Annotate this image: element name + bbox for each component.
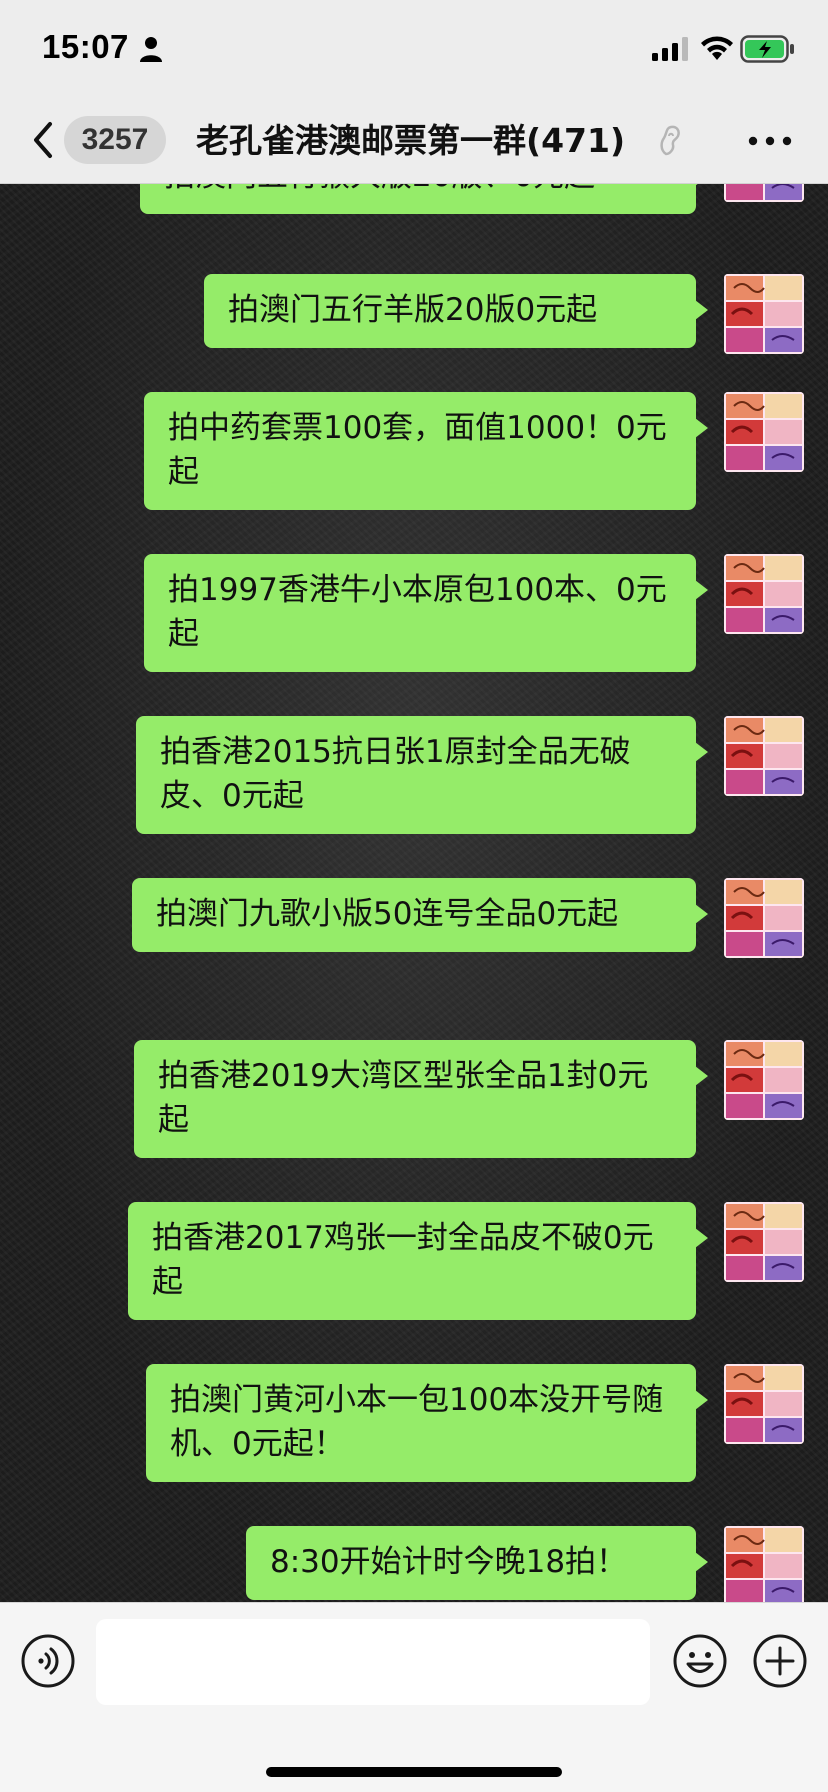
chat-title: 老孔雀港澳邮票第一群(471) xyxy=(196,121,626,160)
message-bubble[interactable]: 拍香港2015抗日张1原封全品无破皮、0元起 xyxy=(136,716,708,834)
stamp-sheet-avatar-icon xyxy=(724,554,804,634)
stamp-sheet-avatar-icon xyxy=(724,392,804,472)
stamp-sheet-avatar-icon xyxy=(724,274,804,354)
input-bar xyxy=(0,1602,828,1792)
message-bubble[interactable]: 拍澳门黄河小本一包100本没开号随机、0元起！ xyxy=(146,1364,708,1482)
status-time: 15:07 xyxy=(42,28,129,65)
sender-avatar[interactable] xyxy=(724,274,804,354)
signal-icon xyxy=(652,37,688,61)
sender-avatar[interactable] xyxy=(724,554,804,634)
battery-icon xyxy=(740,35,794,63)
sender-avatar[interactable] xyxy=(724,184,804,202)
message-bubble[interactable]: 拍香港2019大湾区型张全品1封0元起 xyxy=(134,1040,708,1158)
sender-avatar[interactable] xyxy=(724,878,804,958)
message-bubble[interactable]: 拍1997香港牛小本原包100本、0元起 xyxy=(144,554,708,672)
sender-avatar[interactable] xyxy=(724,1526,804,1602)
sender-avatar[interactable] xyxy=(724,392,804,472)
stamp-sheet-avatar-icon xyxy=(724,184,804,202)
stamp-sheet-avatar-icon xyxy=(724,1364,804,1444)
unread-count-badge[interactable]: 3257 xyxy=(64,116,166,164)
stamp-sheet-avatar-icon xyxy=(724,1040,804,1120)
stamp-sheet-avatar-icon xyxy=(724,716,804,796)
message-input[interactable] xyxy=(96,1619,650,1705)
message-bubble[interactable]: 拍澳门五行羊版20版0元起 xyxy=(204,274,708,348)
emoji-icon[interactable] xyxy=(672,1633,728,1689)
home-indicator xyxy=(266,1767,562,1777)
chat-area[interactable]: 拍澳门五行猴大版20版、0元起 拍澳门五行羊版20版0元起 xyxy=(0,184,828,1602)
message-bubble[interactable]: 拍中药套票100套，面值1000！0元起 xyxy=(144,392,708,510)
message-bubble[interactable]: 拍香港2017鸡张一封全品皮不破0元起 xyxy=(128,1202,708,1320)
plus-icon[interactable] xyxy=(752,1633,808,1689)
message-bubble[interactable]: 拍澳门九歌小版50连号全品0元起 xyxy=(132,878,708,952)
stamp-sheet-avatar-icon xyxy=(724,1526,804,1602)
person-icon xyxy=(140,37,162,62)
back-icon[interactable] xyxy=(28,118,56,162)
message-bubble[interactable]: 拍澳门五行猴大版20版、0元起 xyxy=(140,184,708,214)
top-bar: 15:07 3257 老孔雀港澳邮票第一群(471) xyxy=(0,0,828,184)
mute-icon xyxy=(660,125,680,156)
stamp-sheet-avatar-icon xyxy=(724,1202,804,1282)
sender-avatar[interactable] xyxy=(724,1202,804,1282)
stamp-sheet-avatar-icon xyxy=(724,878,804,958)
wifi-icon xyxy=(701,36,733,60)
sender-avatar[interactable] xyxy=(724,1040,804,1120)
more-icon[interactable] xyxy=(748,136,792,146)
message-bubble[interactable]: 8:30开始计时今晚18拍！ xyxy=(246,1526,708,1600)
voice-icon[interactable] xyxy=(20,1633,76,1689)
sender-avatar[interactable] xyxy=(724,716,804,796)
sender-avatar[interactable] xyxy=(724,1364,804,1444)
